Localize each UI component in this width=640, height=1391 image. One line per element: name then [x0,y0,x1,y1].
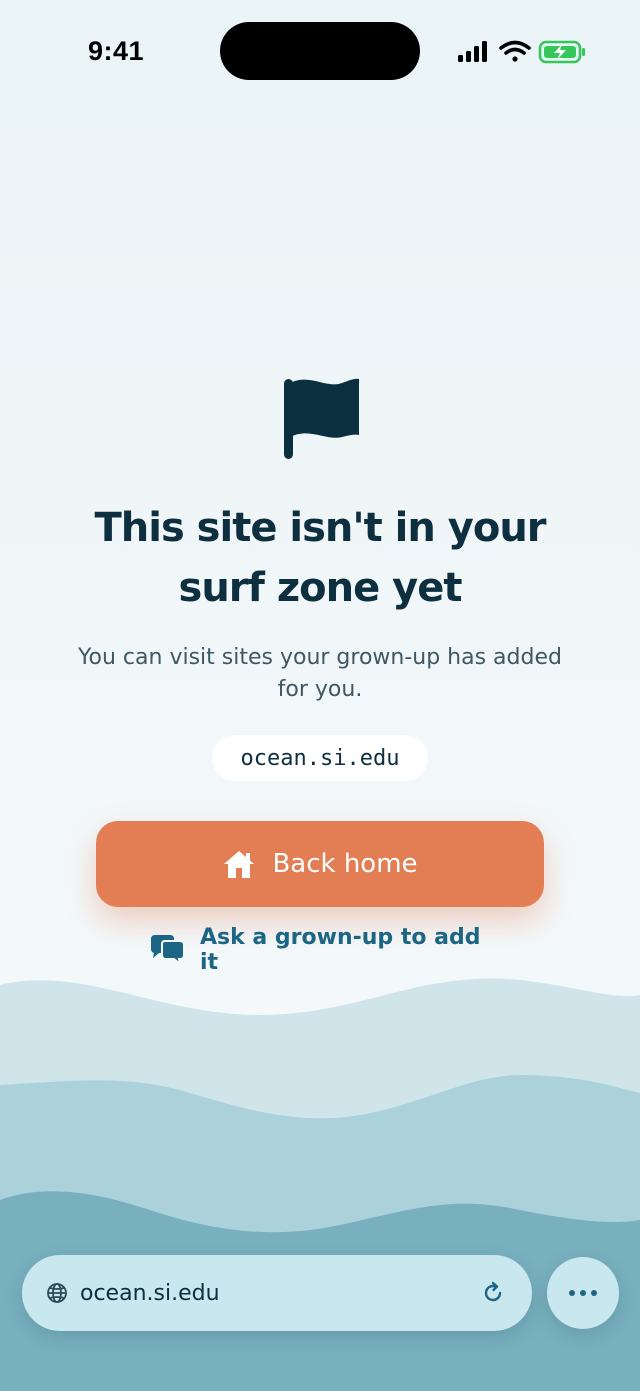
address-bar[interactable]: ocean.si.edu [22,1255,532,1331]
battery-charging-icon [538,40,585,64]
page-subtitle: You can visit sites your grown-up has ad… [78,645,562,702]
cellular-signal-icon [458,41,487,62]
ask-grown-up-link[interactable]: Ask a grown-up to add it [148,925,498,975]
back-home-label: Back home [272,849,418,879]
more-options-button[interactable] [547,1257,619,1329]
status-bar: 9:41 [0,0,640,100]
status-icons [458,40,585,64]
back-home-button[interactable]: Back home [96,821,544,907]
status-time: 9:41 [88,36,145,66]
page-title: This site isn't in your surf zone yet [94,505,546,611]
dynamic-island [220,22,420,80]
chat-bubbles-icon [148,933,186,967]
globe-icon [46,1282,68,1304]
home-icon [222,848,256,880]
url-text[interactable]: ocean.si.edu [80,1281,480,1306]
blocked-domain-badge: ocean.si.edu [212,735,428,781]
flag-icon [284,378,359,459]
more-dots-icon [569,1290,597,1296]
reload-icon[interactable] [480,1280,506,1306]
ask-grown-up-label: Ask a grown-up to add it [200,925,481,975]
wifi-icon [499,40,531,62]
